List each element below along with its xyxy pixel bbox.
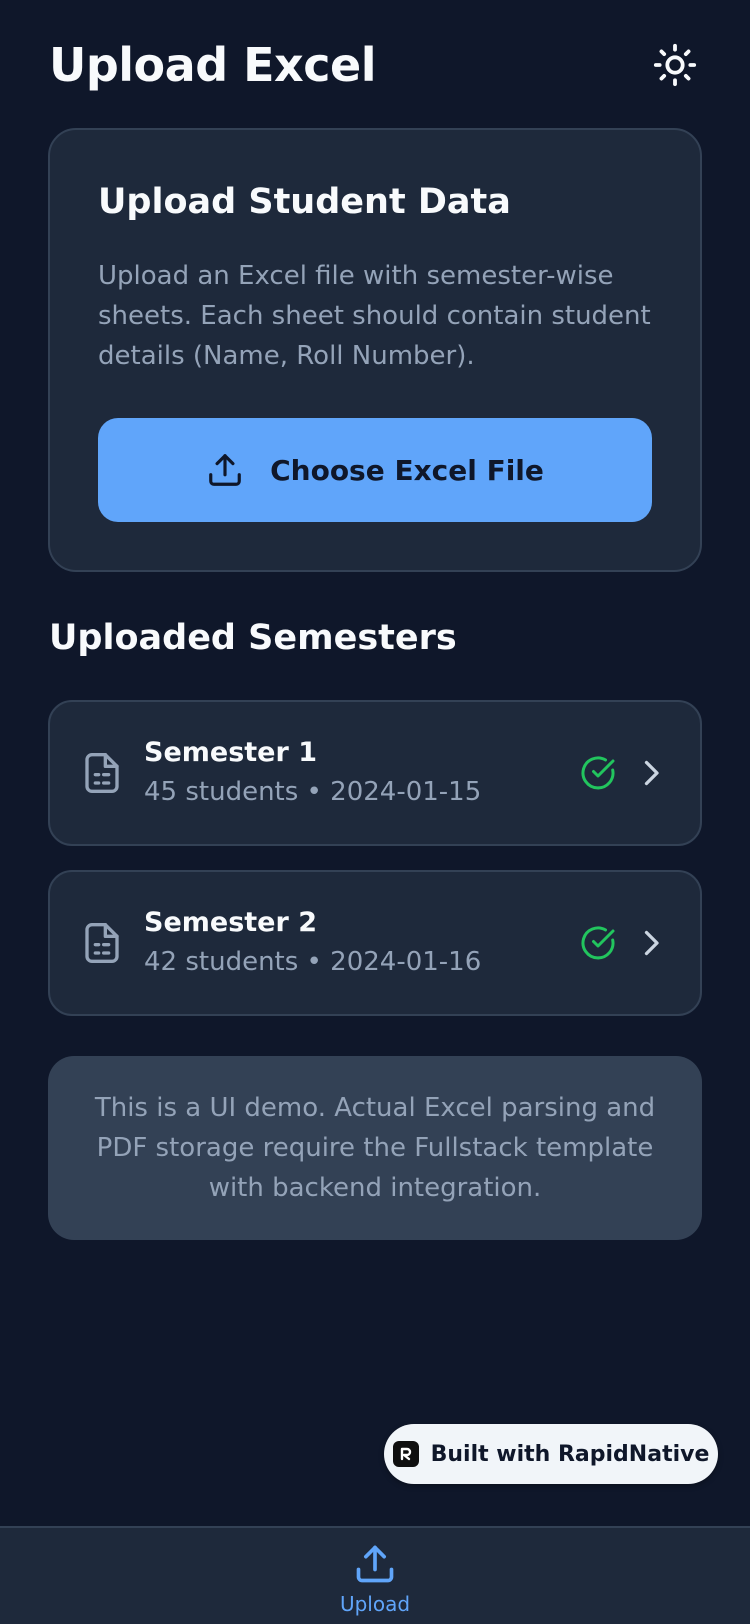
card-title: Upload Student Data [98, 182, 511, 222]
semester-name: Semester 1 [144, 737, 317, 768]
header: Upload Excel [49, 30, 701, 100]
check-circle-icon [581, 756, 615, 790]
demo-note-text: This is a UI demo. Actual Excel parsing … [94, 1093, 656, 1203]
tab-upload[interactable]: Upload [325, 1542, 425, 1624]
sun-icon [653, 43, 697, 87]
semester-name: Semester 2 [144, 907, 317, 938]
chevron-right-icon [644, 930, 659, 956]
rapidnative-logo-icon [392, 1441, 419, 1467]
uploaded-semesters-title: Uploaded Semesters [49, 618, 457, 658]
file-text-icon [85, 923, 119, 963]
theme-toggle-button[interactable] [649, 39, 701, 91]
choose-excel-file-button[interactable]: Choose Excel File [98, 418, 652, 522]
upload-icon [209, 454, 241, 486]
choose-excel-file-label: Choose Excel File [270, 453, 544, 487]
badge-label: Built with RapidNative [430, 1441, 710, 1467]
bottom-tab-bar: Upload [0, 1526, 750, 1624]
semester-meta: 42 students • 2024-01-16 [144, 947, 482, 977]
built-with-rapidnative-badge[interactable]: Built with RapidNative [384, 1424, 718, 1484]
upload-student-data-card: Upload Student Data Upload an Excel file… [48, 128, 702, 572]
semester-card-2[interactable]: Semester 2 42 students • 2024-01-16 [48, 870, 702, 1016]
upload-excel-screen: Upload Excel Upload Student Data Upload … [0, 0, 750, 1624]
tab-upload-label: Upload [339, 1592, 411, 1616]
semester-meta: 45 students • 2024-01-15 [144, 777, 482, 807]
file-text-icon [85, 753, 119, 793]
upload-icon [356, 1545, 394, 1583]
check-circle-icon [581, 926, 615, 960]
semester-card-1[interactable]: Semester 1 45 students • 2024-01-15 [48, 700, 702, 846]
demo-note: This is a UI demo. Actual Excel parsing … [48, 1056, 702, 1240]
card-description: Upload an Excel file with semester-wise … [98, 261, 651, 371]
page-title: Upload Excel [49, 38, 376, 92]
chevron-right-icon [644, 760, 659, 786]
